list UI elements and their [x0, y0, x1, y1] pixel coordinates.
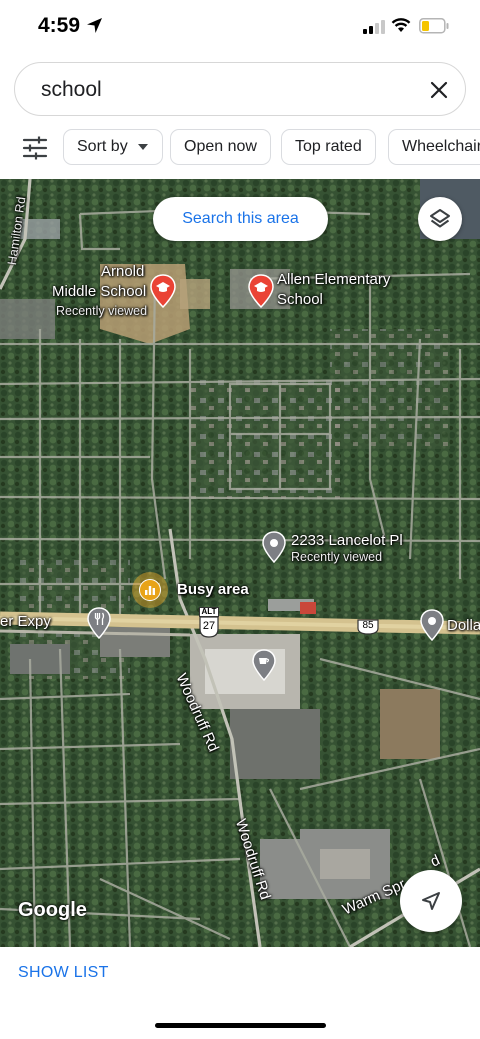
location-arrow-icon	[87, 18, 102, 33]
show-list-button[interactable]: SHOW LIST	[18, 964, 109, 982]
allen-name-line2: School	[277, 291, 323, 308]
close-icon	[430, 81, 448, 99]
open-now-label: Open now	[184, 138, 257, 155]
open-now-chip[interactable]: Open now	[170, 129, 271, 165]
search-input[interactable]	[41, 73, 421, 107]
us-27-shield: 27	[199, 616, 219, 638]
arnold-name-line2: Middle School	[52, 283, 147, 300]
i-85-label: 85	[362, 620, 374, 631]
alt-label: ALT	[201, 607, 217, 616]
school-pin-arnold[interactable]	[150, 274, 176, 313]
busy-area-label: Busy area	[177, 581, 249, 598]
search-this-area-label: Search this area	[182, 210, 299, 227]
busy-area-marker[interactable]	[132, 572, 168, 608]
filter-bar: Sort by Open now Top rated Wheelchair	[0, 126, 480, 170]
sort-by-label: Sort by	[77, 138, 128, 155]
place-pin-east[interactable]	[420, 609, 444, 646]
wifi-icon	[391, 18, 411, 32]
i-85-shield: 85	[357, 619, 379, 635]
google-attribution: Google	[18, 899, 87, 921]
place-pin-lancelot[interactable]	[262, 531, 286, 568]
arnold-recently-viewed: Recently viewed	[56, 304, 148, 318]
battery-low-icon	[419, 18, 449, 34]
my-location-button[interactable]	[400, 870, 462, 932]
allen-name-line1: Allen Elementary	[277, 271, 391, 288]
search-bar[interactable]	[14, 62, 466, 116]
school-pin-allen[interactable]	[248, 274, 274, 313]
map-layers-button[interactable]	[418, 197, 462, 241]
filters-tune-icon[interactable]	[22, 136, 48, 160]
cafe-pin[interactable]	[252, 649, 276, 686]
clear-search-button[interactable]	[425, 76, 453, 104]
satellite-map[interactable]: Search this area Hamilton Rd er Expy Dol…	[0, 179, 480, 947]
us-27-label: 27	[202, 620, 216, 632]
sort-by-chip[interactable]: Sort by	[63, 129, 163, 165]
wheelchair-chip[interactable]: Wheelchair	[388, 129, 480, 165]
road-label-expy: er Expy	[0, 613, 51, 630]
navigation-arrow-icon	[422, 892, 440, 910]
chevron-down-icon	[137, 144, 148, 150]
alt-route-plate: ALT	[199, 607, 219, 617]
layers-icon	[430, 209, 450, 228]
top-rated-label: Top rated	[295, 138, 362, 155]
arnold-name-line1: Arnold	[101, 263, 145, 280]
busy-chart-icon	[139, 579, 161, 601]
lancelot-address: 2233 Lancelot Pl	[291, 532, 403, 549]
road-label-dollar: Dolla	[447, 617, 480, 634]
home-indicator[interactable]	[155, 1023, 326, 1028]
restaurant-pin[interactable]	[87, 607, 111, 644]
cellular-signal-icon	[363, 20, 385, 34]
search-this-area-button[interactable]: Search this area	[153, 197, 328, 241]
top-rated-chip[interactable]: Top rated	[281, 129, 376, 165]
wheelchair-label: Wheelchair	[402, 138, 480, 155]
status-bar: 4:59	[0, 0, 480, 56]
status-time: 4:59	[38, 14, 81, 37]
lancelot-recently-viewed: Recently viewed	[291, 550, 383, 564]
